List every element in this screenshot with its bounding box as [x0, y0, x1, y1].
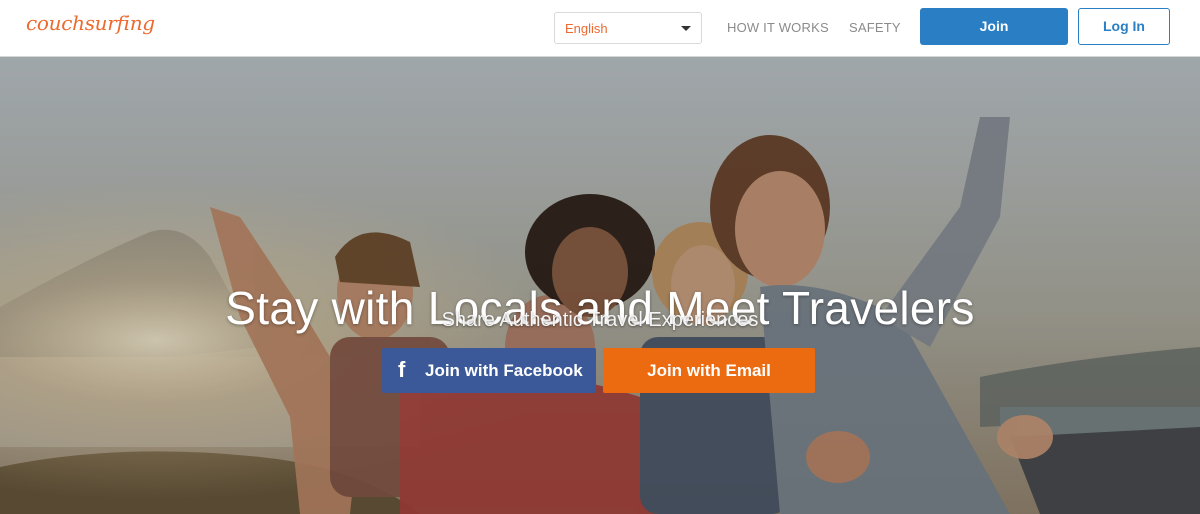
top-navbar: couchsurfing English HOW IT WORKS SAFETY… — [0, 0, 1200, 57]
language-select[interactable]: English — [554, 12, 702, 44]
chevron-down-icon — [681, 26, 691, 31]
language-selected-value: English — [565, 21, 608, 36]
join-button[interactable]: Join — [920, 8, 1068, 45]
hero-subheadline: Share Authentic Travel Experiences — [441, 309, 759, 331]
join-with-facebook-button[interactable]: f Join with Facebook — [382, 348, 596, 393]
couchsurfing-logo[interactable]: couchsurfing — [26, 11, 155, 35]
safety-link[interactable]: SAFETY — [849, 20, 901, 35]
join-with-email-button[interactable]: Join with Email — [603, 348, 815, 393]
how-it-works-link[interactable]: HOW IT WORKS — [727, 20, 829, 35]
facebook-icon: f — [398, 357, 406, 382]
hero-section: Stay with Locals and Meet Travelers Shar… — [0, 57, 1200, 514]
facebook-button-label: Join with Facebook — [425, 361, 583, 380]
login-button[interactable]: Log In — [1078, 8, 1170, 45]
